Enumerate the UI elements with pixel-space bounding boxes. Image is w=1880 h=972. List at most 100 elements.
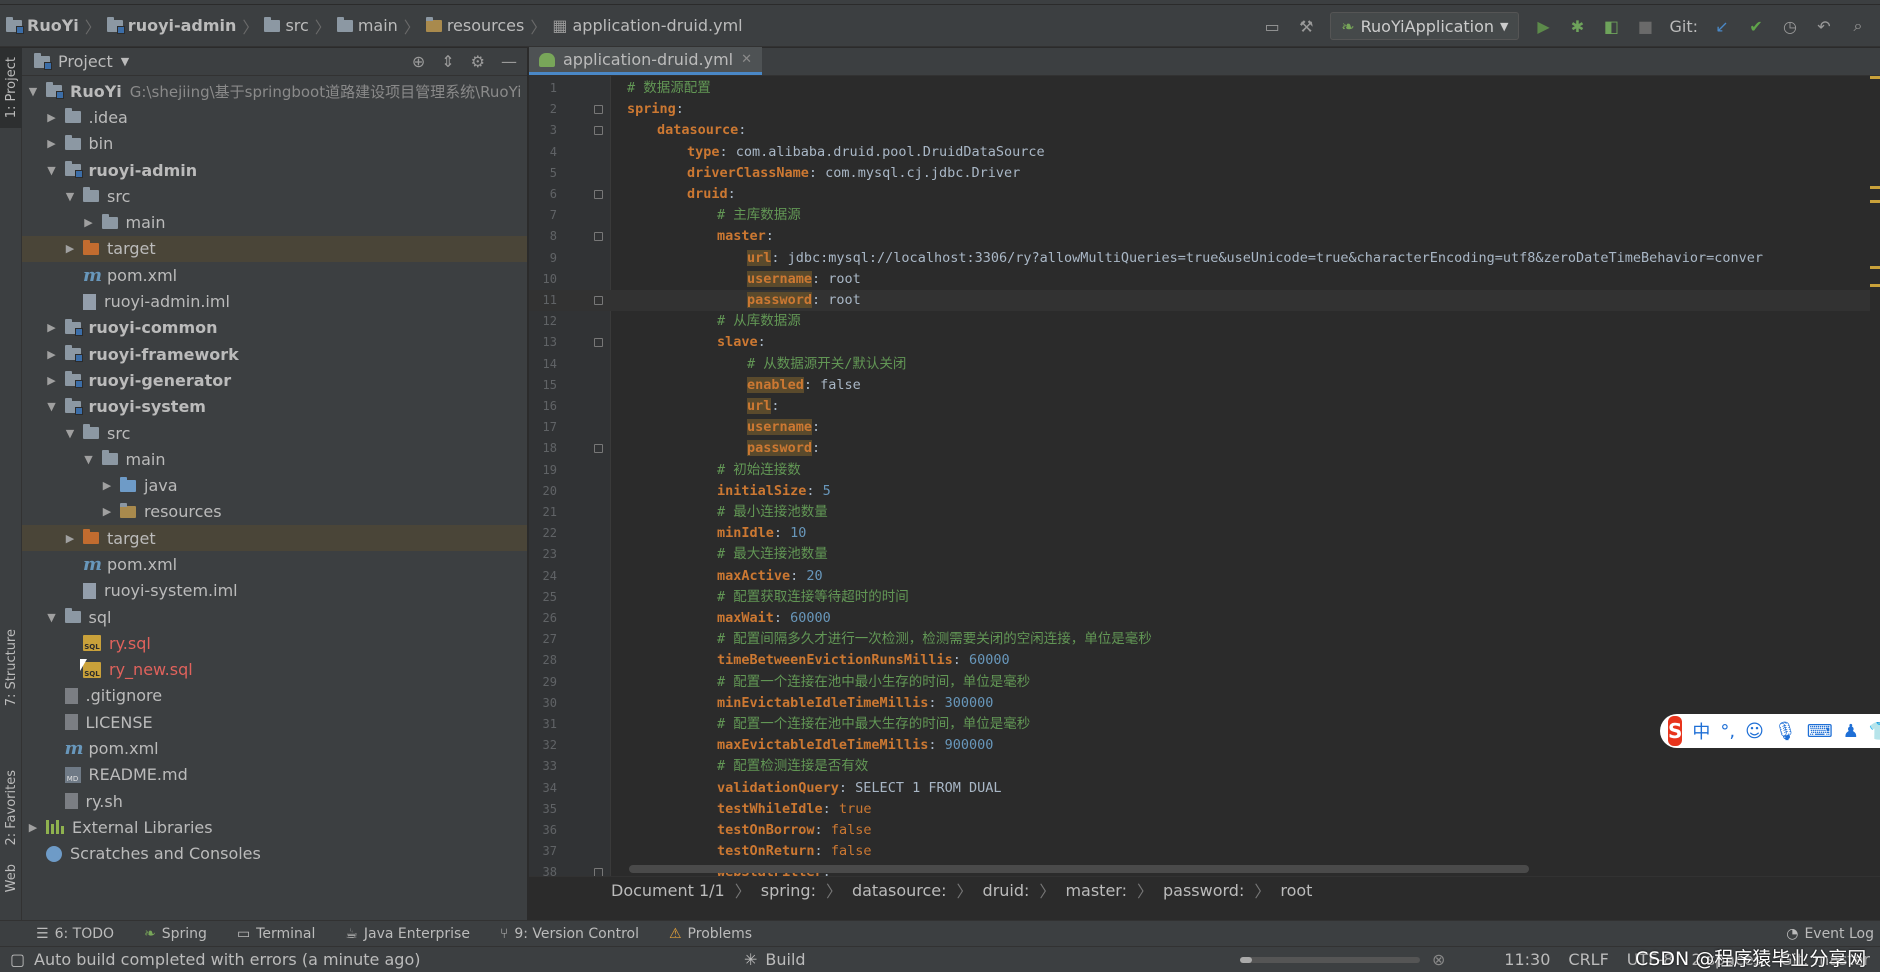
tree-item[interactable]: ▶Scratches and Consoles xyxy=(22,841,527,867)
tree-item[interactable]: ▼ src xyxy=(22,420,527,446)
fold-marker-icon[interactable] xyxy=(594,190,603,199)
keyboard-icon[interactable]: ⌨ xyxy=(1807,721,1833,742)
fold-marker-icon[interactable] xyxy=(594,126,603,136)
editor-breadcrumb-item[interactable]: spring: xyxy=(761,881,816,900)
punctuation-icon[interactable]: °, xyxy=(1720,721,1735,742)
tool-tab-web[interactable]: Web xyxy=(0,848,22,908)
code-line[interactable]: 1 # 数据源配置 xyxy=(529,78,1880,99)
line-separator[interactable]: CRLF xyxy=(1568,950,1608,969)
tree-item[interactable]: ▶ java xyxy=(22,472,527,498)
chevron-down-icon[interactable]: ▼ xyxy=(63,190,77,203)
breadcrumb-item[interactable]: main xyxy=(336,16,398,35)
hammer-icon[interactable]: ⚒ xyxy=(1296,16,1316,36)
fold-marker-icon[interactable] xyxy=(594,444,603,454)
code-line[interactable]: 7 # 主库数据源 xyxy=(529,205,1880,226)
fold-marker-icon[interactable] xyxy=(594,232,603,242)
run-config-select[interactable]: ❧ RuoYiApplication ▼ xyxy=(1330,12,1520,40)
history-icon[interactable]: ◷ xyxy=(1780,16,1800,36)
tree-item[interactable]: ▶ ruoyi-framework xyxy=(22,341,527,367)
bottom-tab-4[interactable]: ⑂ 9: Version Control xyxy=(500,926,639,942)
code-line[interactable]: 33 # 配置检测连接是否有效 xyxy=(529,756,1880,777)
tree-item[interactable]: ▶SQLry.sql xyxy=(22,630,527,656)
fold-marker-icon[interactable] xyxy=(594,868,603,876)
tool-tab-project[interactable]: 1: Project xyxy=(0,48,22,128)
tree-item[interactable]: ▼ main xyxy=(22,446,527,472)
code-line[interactable]: 12 # 从库数据源 xyxy=(529,311,1880,332)
chevron-down-icon[interactable]: ▼ xyxy=(82,453,96,466)
fold-marker-icon[interactable] xyxy=(594,338,603,348)
hide-icon[interactable]: — xyxy=(501,52,517,71)
tree-item[interactable]: ▶ .idea xyxy=(22,104,527,130)
chevron-right-icon[interactable]: ▶ xyxy=(100,505,114,518)
tree-item[interactable]: ▶ry.sh xyxy=(22,788,527,814)
breadcrumb-item[interactable]: src xyxy=(264,16,309,35)
tree-item[interactable]: ▶ ruoyi-common xyxy=(22,315,527,341)
event-log-button[interactable]: ◔ Event Log xyxy=(1786,926,1874,942)
git-commit-icon[interactable]: ✔ xyxy=(1746,16,1766,36)
code-line[interactable]: 8 master: xyxy=(529,226,1880,247)
code-line[interactable]: 18 password: xyxy=(529,438,1880,459)
coverage-icon[interactable]: ◧ xyxy=(1601,16,1621,36)
code-line[interactable]: 28 timeBetweenEvictionRunsMillis: 60000 xyxy=(529,650,1880,671)
fold-marker-icon[interactable] xyxy=(594,105,603,115)
tree-item[interactable]: ▶ External Libraries xyxy=(22,814,527,840)
chevron-right-icon[interactable]: ▶ xyxy=(45,111,59,124)
tree-item[interactable]: ▶ resources xyxy=(22,499,527,525)
code-line[interactable]: 9 url: jdbc:mysql://localhost:3306/ry?all… xyxy=(529,248,1880,269)
code-line[interactable]: 21 # 最小连接池数量 xyxy=(529,502,1880,523)
tree-item[interactable]: ▶ ruoyi-generator xyxy=(22,367,527,393)
microphone-icon[interactable]: 🎙 xyxy=(1774,721,1797,742)
project-panel-title[interactable]: Project xyxy=(58,52,113,71)
chevron-right-icon[interactable]: ▶ xyxy=(82,216,96,229)
status-message[interactable]: Auto build completed with errors (a minu… xyxy=(34,950,420,969)
breadcrumb-item[interactable]: ruoyi-admin xyxy=(106,16,236,35)
breadcrumb-item[interactable]: resources xyxy=(425,16,524,35)
chevron-right-icon[interactable]: ▶ xyxy=(45,348,59,361)
code-line[interactable]: 11 password: root xyxy=(529,290,1880,312)
tree-item[interactable]: ▶ruoyi-system.iml xyxy=(22,578,527,604)
chevron-down-icon[interactable]: ▼ xyxy=(26,85,40,98)
ime-mode-label[interactable]: 中 xyxy=(1692,718,1710,744)
gear-icon[interactable]: ⚙ xyxy=(471,52,485,71)
chevron-right-icon[interactable]: ▶ xyxy=(100,479,114,492)
tree-item[interactable]: ▼ src xyxy=(22,183,527,209)
tree-item[interactable]: ▶SQLry_new.sql xyxy=(22,657,527,683)
chevron-down-icon[interactable]: ▼ xyxy=(45,164,59,177)
breadcrumb-item[interactable]: RuoYi xyxy=(6,16,79,35)
tree-item[interactable]: ▶mpom.xml xyxy=(22,551,527,577)
revert-icon[interactable]: ↶ xyxy=(1814,16,1834,36)
tree-item[interactable]: ▼ RuoYi G:\shejiing\基于springboot道路建设项目管理系统… xyxy=(22,78,527,104)
emoji-icon[interactable]: ☺ xyxy=(1745,721,1764,742)
code-line[interactable]: 17 username: xyxy=(529,417,1880,438)
code-editor[interactable]: 1 # 数据源配置 2 spring: 3 datasource: 4 type: com.a… xyxy=(529,76,1880,876)
bottom-tab-2[interactable]: ▭ Terminal xyxy=(237,926,315,942)
git-update-icon[interactable]: ↙ xyxy=(1712,16,1732,36)
editor-breadcrumb-item[interactable]: druid: xyxy=(983,881,1030,900)
chevron-down-icon[interactable]: ▼ xyxy=(45,611,59,624)
tree-item[interactable]: ▶ target xyxy=(22,525,527,552)
tree-item[interactable]: ▼ ruoyi-system xyxy=(22,394,527,420)
warning-mark[interactable] xyxy=(1870,284,1880,287)
warning-mark[interactable] xyxy=(1870,266,1880,269)
tree-item[interactable]: ▶ruoyi-admin.iml xyxy=(22,288,527,314)
bottom-tab-3[interactable]: ☕ Java Enterprise xyxy=(345,926,470,942)
chevron-down-icon[interactable]: ▼ xyxy=(63,427,77,440)
skin-icon[interactable]: 👕 xyxy=(1869,721,1880,742)
run-icon[interactable]: ▶ xyxy=(1533,16,1553,36)
warning-mark[interactable] xyxy=(1870,200,1880,203)
tree-item[interactable]: ▶mpom.xml xyxy=(22,735,527,761)
chevron-right-icon[interactable]: ▶ xyxy=(26,821,40,834)
horizontal-scrollbar[interactable] xyxy=(629,865,1529,873)
tree-item[interactable]: ▶mpom.xml xyxy=(22,262,527,288)
tree-item[interactable]: ▶ target xyxy=(22,235,527,263)
build-indicator[interactable]: ✳ Build xyxy=(744,950,806,969)
editor-breadcrumb-item[interactable]: datasource: xyxy=(852,881,947,900)
code-line[interactable]: 15 enabled: false xyxy=(529,375,1880,396)
user-icon[interactable]: ♟ xyxy=(1843,721,1859,742)
caret-position[interactable]: 11:30 xyxy=(1504,950,1550,969)
code-line[interactable]: 4 type: com.alibaba.druid.pool.DruidDataS… xyxy=(529,142,1880,163)
close-icon[interactable]: ✕ xyxy=(741,52,752,67)
tree-item[interactable]: ▶ bin xyxy=(22,131,527,157)
bottom-tab-5[interactable]: ⚠ Problems xyxy=(669,926,752,942)
fold-marker-icon[interactable] xyxy=(594,296,603,305)
